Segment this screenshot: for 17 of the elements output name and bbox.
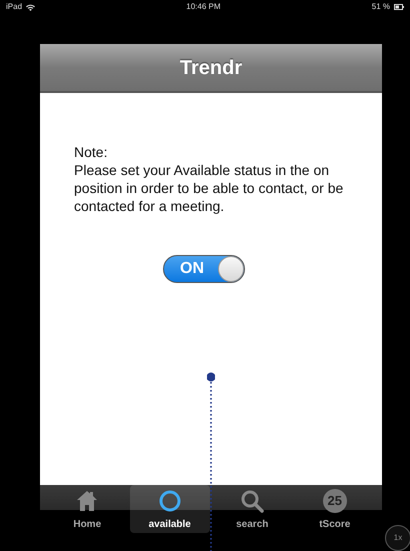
tab-bar-item[interactable]: 25 tScore — [294, 485, 375, 533]
tab-bar-item[interactable]: Home — [47, 485, 128, 533]
carrier-label: iPad — [6, 1, 22, 13]
app-title: Trendr — [180, 56, 242, 80]
home-icon — [75, 488, 100, 512]
tab-bar-item[interactable]: available — [130, 485, 210, 533]
tab-bar-item[interactable]: search — [212, 485, 292, 533]
battery-label: 51 % — [372, 1, 390, 13]
zoom-button[interactable]: 1x — [385, 525, 410, 551]
note-text: Please set your Available status in the on position in order to be able to contact, or be contacted for a meeting. — [74, 161, 344, 215]
battery-icon — [394, 4, 404, 10]
ring-icon — [158, 488, 182, 512]
score-badge: 25 — [322, 488, 347, 512]
search-icon — [240, 488, 264, 512]
note-heading: Note: — [74, 143, 108, 161]
wifi-icon — [26, 4, 36, 10]
time-label: 10:46 PM — [186, 1, 221, 13]
